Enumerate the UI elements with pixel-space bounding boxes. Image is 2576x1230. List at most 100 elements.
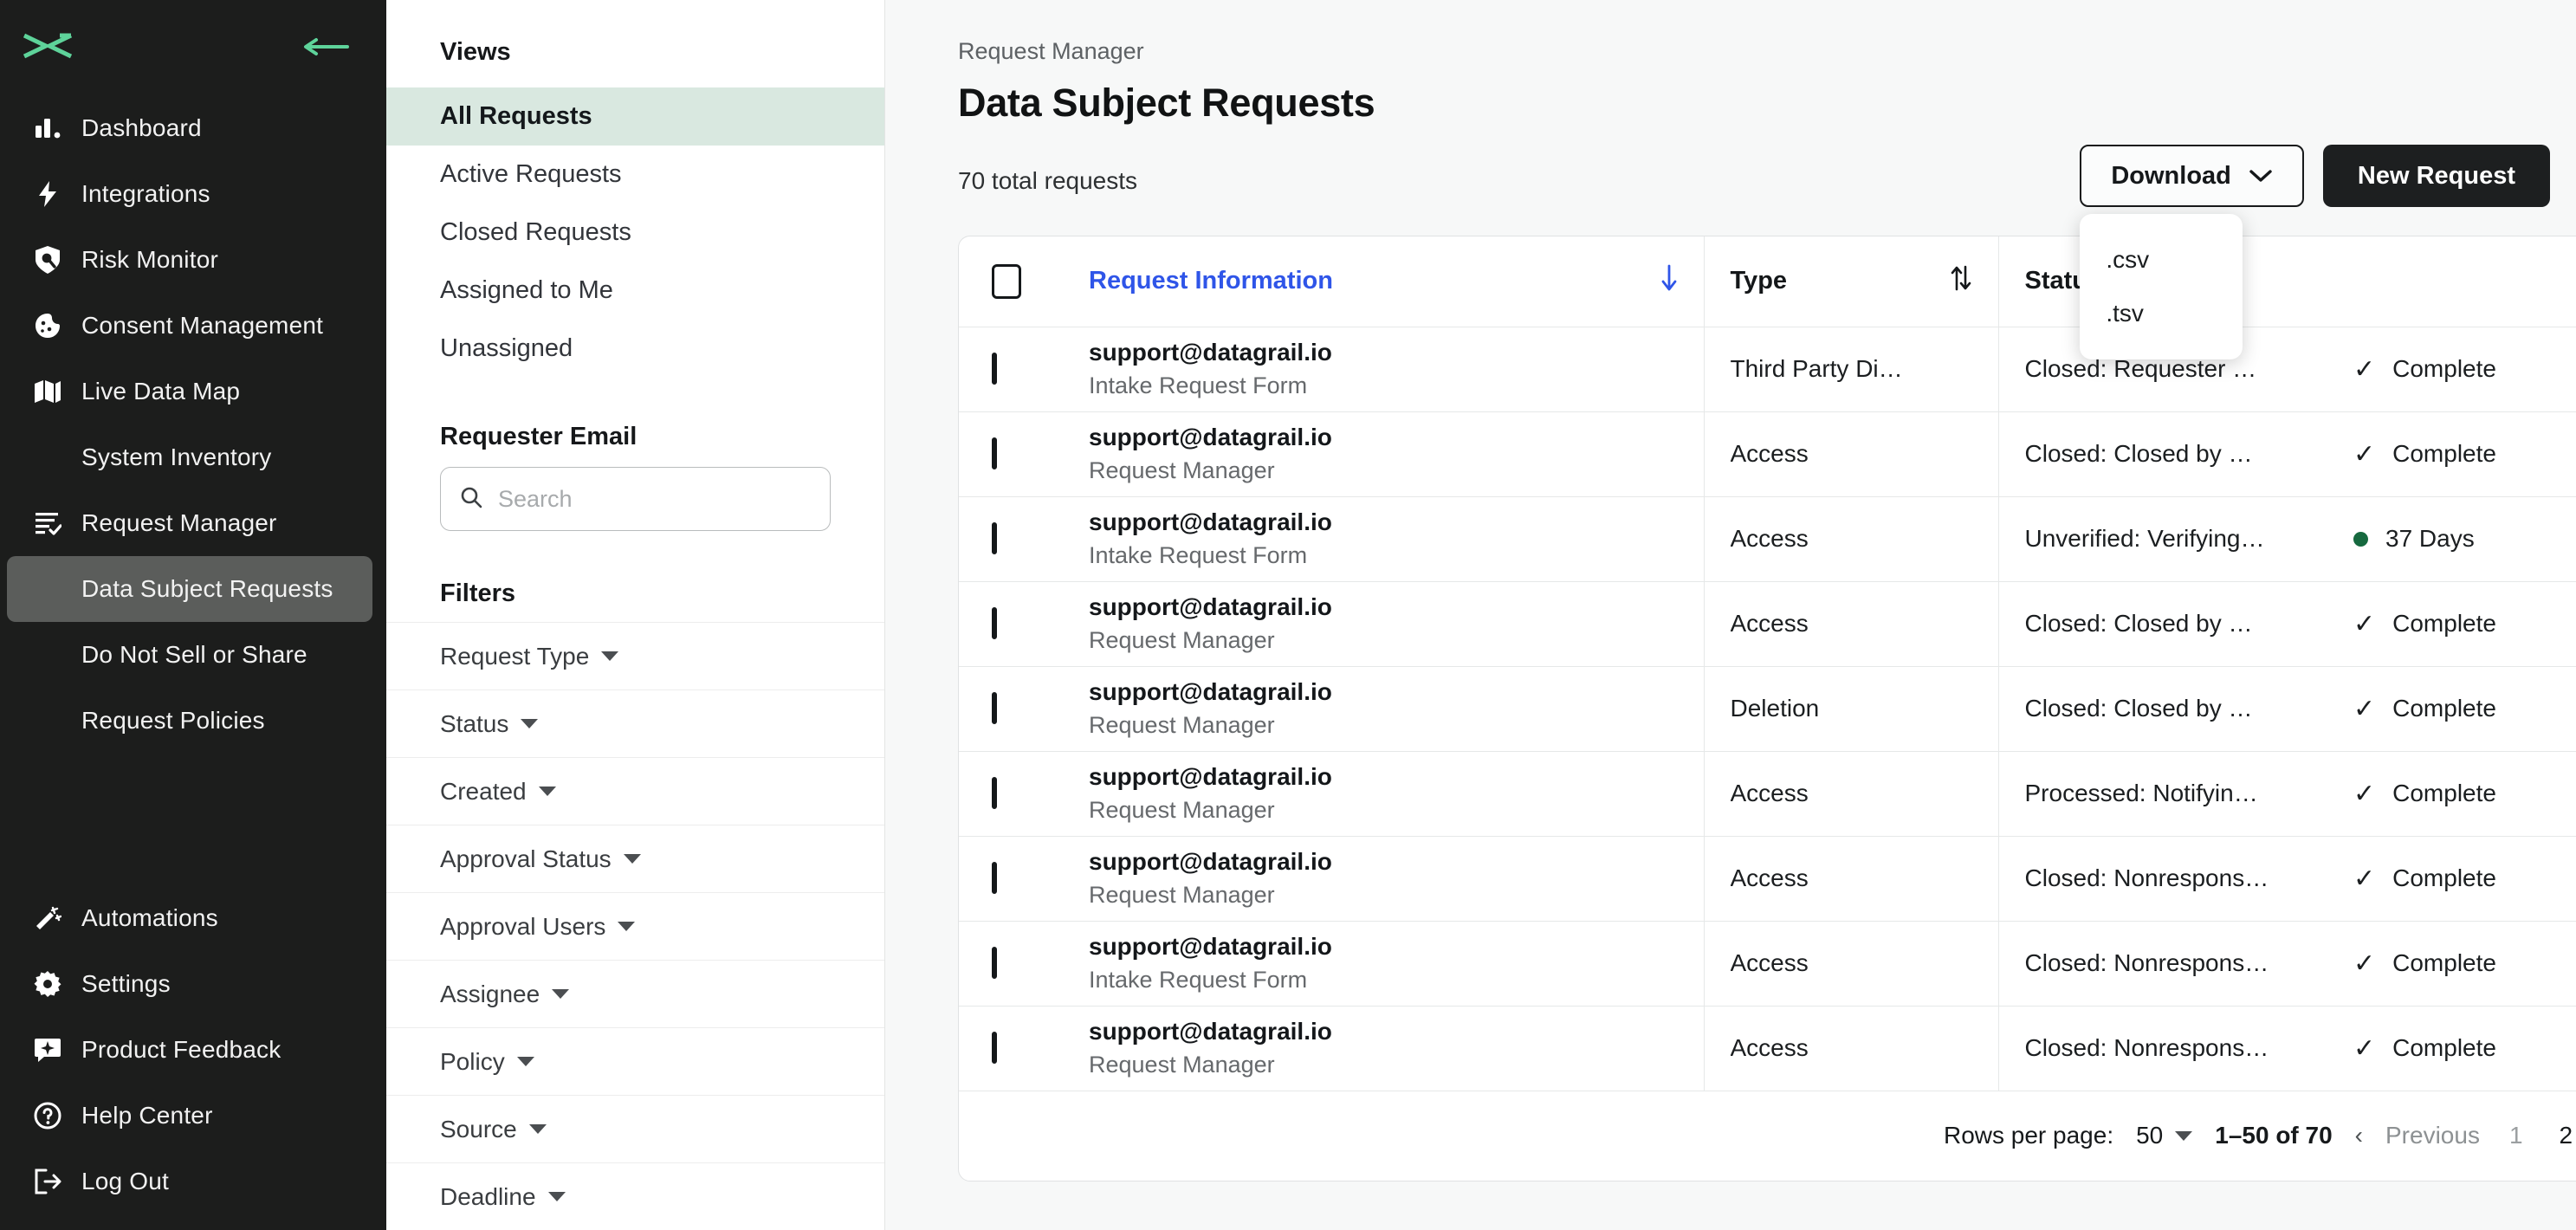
gear-icon — [33, 970, 62, 998]
sidebar-item-request-manager[interactable]: Request Manager — [7, 490, 372, 556]
filter-approval-users[interactable]: Approval Users — [386, 892, 884, 960]
magic-wand-icon — [33, 904, 62, 932]
sidebar-item-product-feedback[interactable]: Product Feedback — [7, 1017, 372, 1083]
sidebar-item-help-center[interactable]: Help Center — [7, 1083, 372, 1149]
table-row[interactable]: support@datagrail.io Intake Request Form… — [959, 327, 2576, 412]
table-row[interactable]: support@datagrail.io Request Manager Acc… — [959, 411, 2576, 497]
table-row[interactable]: support@datagrail.io Intake Request Form… — [959, 921, 2576, 1007]
sidebar-item-do-not-sell-or-share[interactable]: Do Not Sell or Share — [7, 622, 372, 688]
sidebar-item-request-policies[interactable]: Request Policies — [7, 688, 372, 754]
checkbox-icon[interactable] — [992, 692, 997, 724]
sidebar-item-settings[interactable]: Settings — [7, 951, 372, 1017]
filter-label: Status — [440, 709, 509, 737]
filter-label: Source — [440, 1115, 517, 1143]
shield-search-icon — [33, 245, 62, 275]
checkbox-icon[interactable] — [992, 777, 997, 809]
cell-request-information: support@datagrail.io Request Manager — [1063, 836, 1704, 922]
filter-assignee[interactable]: Assignee — [386, 960, 884, 1027]
page-1-button[interactable]: 1 — [2502, 1122, 2530, 1149]
sidebar-item-integrations[interactable]: Integrations — [7, 161, 372, 227]
datagrail-logo-icon[interactable] — [22, 31, 74, 61]
checkbox-icon[interactable] — [992, 353, 997, 385]
previous-button[interactable]: Previous — [2385, 1122, 2480, 1149]
sidebar-item-live-data-map[interactable]: Live Data Map — [7, 359, 372, 424]
sort-desc-icon[interactable] — [1660, 263, 1678, 300]
toolbar: 70 total requests Download .csv .tsv New… — [885, 126, 2576, 359]
download-option-csv[interactable]: .csv — [2080, 233, 2243, 287]
sidebar-item-automations[interactable]: Automations — [7, 885, 372, 951]
column-deadline[interactable] — [2327, 236, 2576, 327]
sidebar-item-risk-monitor[interactable]: Risk Monitor — [7, 227, 372, 293]
chevron-down-icon — [2175, 1130, 2193, 1141]
filter-deadline[interactable]: Deadline — [386, 1162, 884, 1230]
sort-both-icon[interactable] — [1950, 264, 1972, 299]
filter-created[interactable]: Created — [386, 757, 884, 825]
rows-per-page-select[interactable]: 50 — [2136, 1122, 2193, 1149]
table-row[interactable]: support@datagrail.io Request Manager Del… — [959, 666, 2576, 752]
filter-request-type[interactable]: Request Type — [386, 622, 884, 689]
row-checkbox-cell — [959, 666, 1063, 752]
sidebar-item-log-out[interactable]: Log Out — [7, 1149, 372, 1214]
checkbox-icon[interactable] — [992, 263, 1021, 299]
row-checkbox-cell — [959, 496, 1063, 582]
arrow-left-icon[interactable] — [300, 35, 352, 59]
checkbox-icon[interactable] — [992, 1032, 997, 1064]
filter-status[interactable]: Status — [386, 689, 884, 757]
column-request-information[interactable]: Request Information — [1063, 236, 1704, 327]
checkbox-icon[interactable] — [992, 862, 997, 894]
table-row[interactable]: support@datagrail.io Intake Request Form… — [959, 496, 2576, 582]
sidebar-item-data-subject-requests[interactable]: Data Subject Requests — [7, 556, 372, 622]
type-value: Access — [1730, 949, 1809, 976]
cell-type: Access — [1703, 921, 1998, 1007]
table-row[interactable]: support@datagrail.io Request Manager Acc… — [959, 581, 2576, 667]
sidebar-item-label: Live Data Map — [81, 378, 241, 405]
cell-request-information: support@datagrail.io Request Manager — [1063, 581, 1704, 667]
sidebar-item-consent-management[interactable]: Consent Management — [7, 293, 372, 359]
chevron-down-icon — [552, 989, 570, 999]
page-2-button[interactable]: 2 — [2553, 1122, 2576, 1149]
status-value: Closed: Nonrespons… — [2024, 864, 2269, 891]
chevron-left-icon[interactable]: ‹ — [2355, 1122, 2363, 1149]
view-item-unassigned[interactable]: Unassigned — [386, 320, 884, 378]
status-value: Closed: Closed by … — [2024, 610, 2253, 637]
view-item-assigned-to-me[interactable]: Assigned to Me — [386, 262, 884, 320]
view-item-closed-requests[interactable]: Closed Requests — [386, 204, 884, 262]
status-value: Closed: Closed by … — [2024, 440, 2253, 467]
sidebar-bottom-items: Automations Settings Product Feedback He… — [0, 885, 386, 1214]
column-type[interactable]: Type — [1703, 236, 1998, 327]
table-row[interactable]: support@datagrail.io Request Manager Acc… — [959, 1006, 2576, 1091]
table-row[interactable]: support@datagrail.io Request Manager Acc… — [959, 751, 2576, 837]
cell-deadline: ✓ Complete — [2327, 921, 2576, 1007]
sidebar-item-system-inventory[interactable]: System Inventory — [7, 424, 372, 490]
requester-email: support@datagrail.io — [1089, 847, 1332, 875]
rows-per-page-value: 50 — [2136, 1122, 2164, 1149]
column-label: Type — [1730, 267, 1788, 295]
checkbox-icon[interactable] — [992, 522, 997, 554]
cell-deadline: ✓ Complete — [2327, 666, 2576, 752]
table-row[interactable]: support@datagrail.io Request Manager Acc… — [959, 836, 2576, 922]
check-icon: ✓ — [2353, 439, 2376, 469]
filter-policy[interactable]: Policy — [386, 1027, 884, 1095]
map-icon — [33, 379, 62, 405]
lightning-bolt-icon — [33, 180, 62, 208]
sidebar-item-dashboard[interactable]: Dashboard — [7, 95, 372, 161]
check-icon: ✓ — [2353, 609, 2376, 638]
check-icon: ✓ — [2353, 354, 2376, 384]
download-option-tsv[interactable]: .tsv — [2080, 287, 2243, 340]
view-item-active-requests[interactable]: Active Requests — [386, 146, 884, 204]
checkbox-icon[interactable] — [992, 947, 997, 979]
check-icon: ✓ — [2353, 1033, 2376, 1063]
type-value: Access — [1730, 864, 1809, 891]
total-requests-label: 70 total requests — [958, 167, 1138, 194]
sidebar-item-label: Data Subject Requests — [81, 575, 333, 602]
download-button[interactable]: Download — [2080, 145, 2304, 207]
search-input[interactable]: Search — [440, 467, 831, 531]
checkbox-icon[interactable] — [992, 437, 997, 469]
filter-source[interactable]: Source — [386, 1095, 884, 1162]
view-item-all-requests[interactable]: All Requests — [386, 87, 884, 146]
main-content: Request Manager Data Subject Requests 70… — [885, 0, 2576, 1230]
filter-approval-status[interactable]: Approval Status — [386, 825, 884, 892]
checkbox-icon[interactable] — [992, 607, 997, 639]
table-header-row: Request Information Type Status — [959, 236, 2576, 327]
new-request-button[interactable]: New Request — [2322, 145, 2550, 207]
